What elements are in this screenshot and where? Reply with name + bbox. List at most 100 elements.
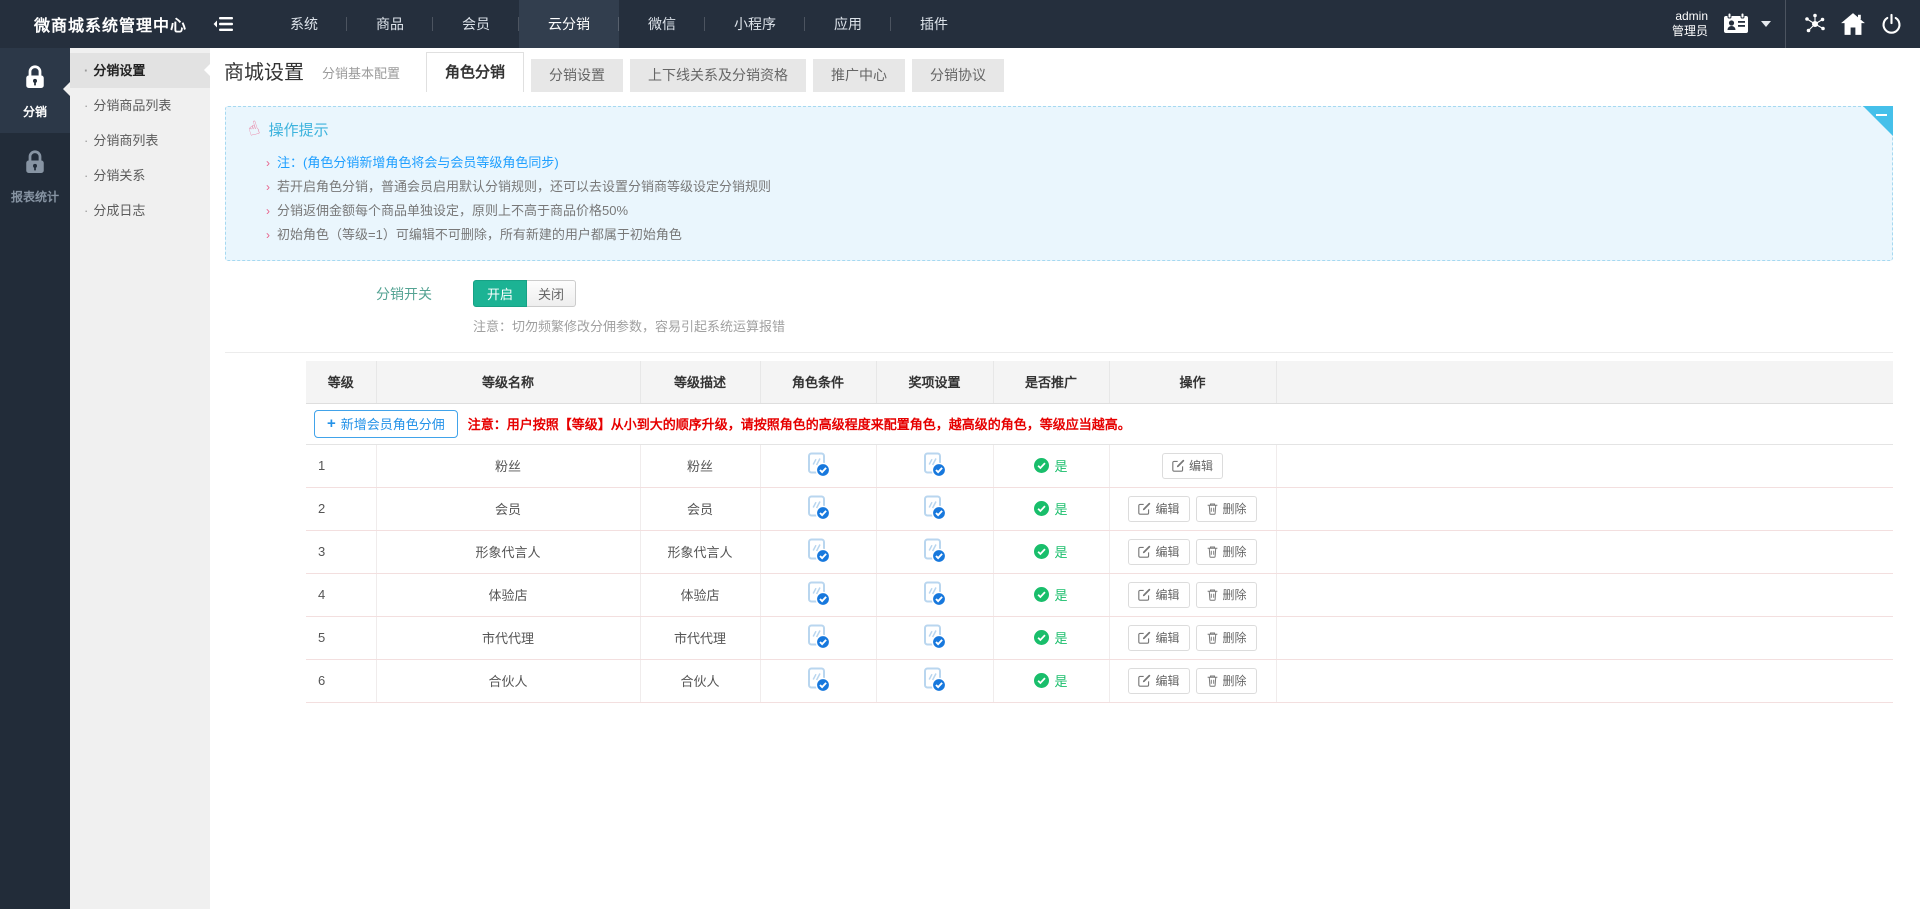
tip-item: 注：(角色分销新增角色将会与会员等级角色同步) (266, 151, 1862, 175)
tab-推广中心[interactable]: 推广中心 (813, 59, 905, 92)
edit-button[interactable]: 编辑 (1128, 496, 1189, 522)
nav-item-小程序[interactable]: 小程序 (705, 0, 805, 48)
reward-setting-edit-check-icon[interactable] (921, 451, 948, 478)
tab-角色分销[interactable]: 角色分销 (426, 52, 524, 92)
delete-icon (1206, 631, 1219, 644)
power-icon[interactable] (1872, 0, 1910, 48)
edit-button[interactable]: 编辑 (1128, 668, 1189, 694)
role-condition-edit-check-icon[interactable] (805, 451, 832, 478)
edit-icon (1138, 545, 1151, 558)
nav-item-插件[interactable]: 插件 (891, 0, 977, 48)
promote-cell: 是 (993, 530, 1109, 573)
delete-button[interactable]: 删除 (1196, 668, 1257, 694)
role-table-wrap: 等级等级名称等级描述角色条件奖项设置是否推广操作 + 新增会员角色分佣 注意：用… (306, 361, 1893, 703)
pointing-hand-icon: ☝ (245, 118, 262, 140)
delete-button[interactable]: 删除 (1196, 582, 1257, 608)
table-row: 2会员会员是编辑删除 (306, 487, 1893, 530)
empty-cell (1276, 444, 1893, 487)
tip-item: 若开启角色分销，普通会员启用默认分销规则，还可以去设置分销商等级设定分销规则 (266, 175, 1862, 199)
edit-button[interactable]: 编辑 (1128, 539, 1189, 565)
level-name-cell: 粉丝 (376, 444, 640, 487)
reward-setting-edit-check-icon[interactable] (921, 494, 948, 521)
role-condition-edit-check-icon[interactable] (805, 666, 832, 693)
role-condition-cell (760, 573, 876, 616)
role-condition-edit-check-icon[interactable] (805, 623, 832, 650)
column-header-操作: 操作 (1109, 361, 1276, 403)
role-condition-edit-check-icon[interactable] (805, 580, 832, 607)
promote-cell: 是 (993, 444, 1109, 487)
rail-item-报表统计[interactable]: 报表统计 (0, 133, 70, 218)
sidebar-item-label: 分销商品列表 (93, 98, 171, 113)
operation-tips-panel: ☝ 操作提示 注：(角色分销新增角色将会与会员等级角色同步)若开启角色分销，普通… (225, 106, 1893, 261)
empty-cell (1276, 487, 1893, 530)
distribution-switch-row: 分销开关 开启 关闭 (210, 280, 1920, 307)
role-condition-edit-check-icon[interactable] (805, 494, 832, 521)
delete-button[interactable]: 删除 (1196, 496, 1257, 522)
tab-上下线关系及分销资格[interactable]: 上下线关系及分销资格 (630, 59, 806, 92)
nav-item-应用[interactable]: 应用 (805, 0, 891, 48)
chevron-down-icon[interactable] (1755, 0, 1775, 48)
role-condition-edit-check-icon[interactable] (805, 537, 832, 564)
nav-item-云分销[interactable]: 云分销 (519, 0, 619, 48)
tab-分销协议[interactable]: 分销协议 (912, 59, 1004, 92)
switch-segmented-control: 开启 关闭 (473, 280, 576, 307)
reward-setting-edit-check-icon[interactable] (921, 537, 948, 564)
rail-item-label: 报表统计 (0, 188, 70, 205)
level-name-cell: 合伙人 (376, 659, 640, 702)
menu-fold-icon[interactable] (213, 15, 235, 33)
switch-on-button[interactable]: 开启 (473, 280, 527, 307)
edit-button[interactable]: 编辑 (1162, 453, 1223, 479)
id-card-icon[interactable] (1717, 0, 1755, 48)
reward-setting-cell (876, 616, 993, 659)
network-icon[interactable] (1796, 0, 1834, 48)
nav-item-商品[interactable]: 商品 (347, 0, 433, 48)
add-member-role-button[interactable]: + 新增会员角色分佣 (314, 410, 458, 438)
delete-button[interactable]: 删除 (1196, 625, 1257, 651)
collapse-dash-icon (1876, 114, 1887, 116)
level-desc-cell: 合伙人 (640, 659, 760, 702)
sidebar-item-分销商列表[interactable]: ·分销商列表 (70, 123, 210, 158)
level-cell: 4 (306, 573, 376, 616)
empty-cell (1276, 530, 1893, 573)
edit-button[interactable]: 编辑 (1128, 582, 1189, 608)
nav-item-系统[interactable]: 系统 (261, 0, 347, 48)
nav-item-会员[interactable]: 会员 (433, 0, 519, 48)
promote-text: 是 (1054, 585, 1067, 604)
promote-text: 是 (1054, 628, 1067, 647)
navbar-divider (1785, 0, 1786, 48)
sidebar-item-分销商品列表[interactable]: ·分销商品列表 (70, 88, 210, 123)
tab-分销设置[interactable]: 分销设置 (531, 59, 623, 92)
reward-setting-edit-check-icon[interactable] (921, 580, 948, 607)
level-cell: 5 (306, 616, 376, 659)
edit-label: 编辑 (1155, 500, 1179, 517)
promote-status: 是 (1034, 671, 1067, 690)
reward-setting-edit-check-icon[interactable] (921, 623, 948, 650)
user-info[interactable]: admin 管理员 (1672, 9, 1708, 39)
role-condition-cell (760, 487, 876, 530)
tip-item: 初始角色（等级=1）可编辑不可删除，所有新建的用户都属于初始角色 (266, 223, 1862, 247)
column-header-empty (1276, 361, 1893, 403)
table-body: 1粉丝粉丝是编辑2会员会员是编辑删除3形象代言人形象代言人是编辑删除4体验店体验… (306, 444, 1893, 702)
nav-item-微信[interactable]: 微信 (619, 0, 705, 48)
actions-cell: 编辑 (1109, 444, 1276, 487)
switch-off-button[interactable]: 关闭 (527, 280, 576, 307)
sidebar-item-分成日志[interactable]: ·分成日志 (70, 193, 210, 228)
rail-item-分销[interactable]: 分销 (0, 48, 70, 133)
sidebar-item-分销关系[interactable]: ·分销关系 (70, 158, 210, 193)
delete-button[interactable]: 删除 (1196, 539, 1257, 565)
sidebar-item-分销设置[interactable]: ·分销设置 (70, 53, 210, 88)
promote-text: 是 (1054, 671, 1067, 690)
collapse-corner-button[interactable] (1863, 106, 1893, 136)
promote-status: 是 (1034, 585, 1067, 604)
check-circle-icon (1034, 587, 1049, 602)
tips-header: ☝ 操作提示 (226, 116, 1892, 142)
tab-bar: 角色分销分销设置上下线关系及分销资格推广中心分销协议 (426, 52, 1004, 92)
table-header-row: 等级等级名称等级描述角色条件奖项设置是否推广操作 (306, 361, 1893, 403)
edit-button[interactable]: 编辑 (1128, 625, 1189, 651)
reward-setting-edit-check-icon[interactable] (921, 666, 948, 693)
role-condition-cell (760, 530, 876, 573)
delete-label: 删除 (1223, 672, 1247, 689)
home-icon[interactable] (1834, 0, 1872, 48)
edit-icon (1172, 459, 1185, 472)
reward-setting-cell (876, 444, 993, 487)
